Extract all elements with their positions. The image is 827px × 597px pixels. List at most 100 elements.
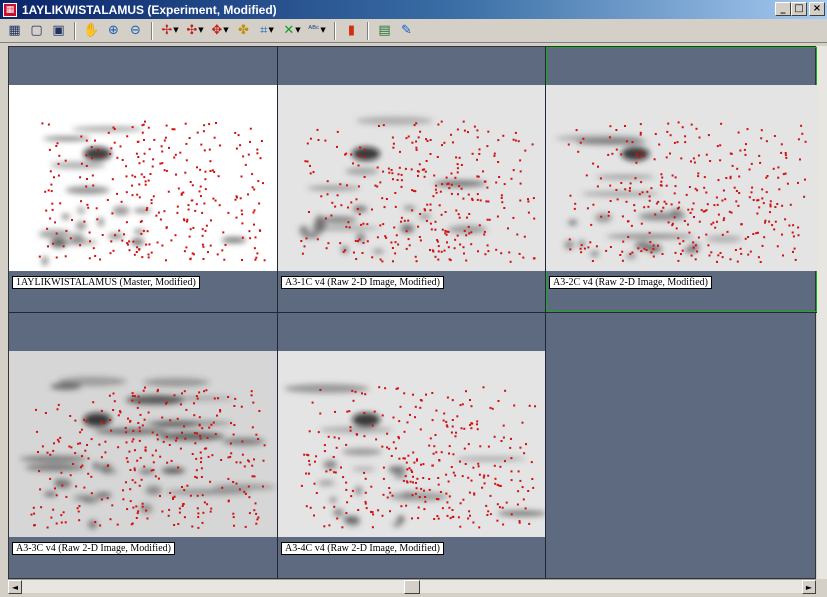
dark-streaked-gel[interactable] (9, 351, 277, 537)
spot-marker (201, 211, 204, 214)
spot-marker (400, 505, 403, 508)
spot-marker (184, 171, 187, 174)
spot-marker (415, 148, 418, 151)
spot-marker (404, 167, 407, 170)
spot-marker (446, 514, 449, 517)
spot-marker (371, 256, 374, 259)
single-view-icon: ▢ (30, 23, 43, 38)
grid-layout-button[interactable]: ▦ (4, 21, 25, 41)
spot-marker (254, 258, 257, 261)
spot-detect-button[interactable]: ✢ ▼ (158, 21, 182, 41)
scroll-left-arrow[interactable]: ◄ (8, 580, 22, 594)
spot-marker (159, 455, 162, 458)
spot-marker (201, 243, 204, 246)
gel-panel[interactable]: 1AYLIKWISTALAMUS (Master, Modified) (9, 47, 277, 312)
spot-marker (423, 489, 425, 492)
spot-marker (611, 152, 614, 155)
hand-pan-button[interactable]: ✋ (81, 21, 102, 41)
spot-marker (125, 191, 128, 194)
scroll-thumb[interactable] (404, 580, 420, 594)
spot-marker (434, 255, 437, 258)
spot-marker (415, 487, 418, 490)
spot-marker (454, 474, 457, 477)
report-button[interactable]: ▤ (374, 21, 395, 41)
spot-marker (221, 486, 224, 489)
title-bar[interactable]: ▦ 1AYLIKWISTALAMUS (Experiment, Modified… (0, 0, 827, 19)
spot-marker (737, 131, 740, 134)
spot-marker (439, 491, 442, 493)
spot-marker (126, 508, 129, 511)
spot-marker (345, 152, 348, 155)
spot-marker (531, 478, 534, 480)
spot-marker (374, 184, 377, 187)
spot-marker (359, 146, 362, 149)
fit-view-button[interactable]: ▣ (48, 21, 69, 41)
gray-background-gel[interactable] (278, 351, 545, 537)
zoom-out-button[interactable]: ⊖ (125, 21, 146, 41)
spot-marker (346, 501, 349, 504)
spot-marker (316, 238, 319, 241)
crosshair-spots-button[interactable]: ✕ ▼ (280, 21, 304, 41)
spot-marker (169, 492, 172, 494)
spot-marker (394, 252, 397, 255)
spot-marker (648, 195, 651, 198)
restore-button[interactable]: □ (791, 2, 807, 16)
spot-marker (247, 459, 249, 462)
match-link-button[interactable]: ✤ (233, 21, 254, 41)
spot-marker (348, 410, 351, 413)
spot-marker (760, 129, 763, 132)
spot-marker (497, 139, 500, 142)
spot-marker (522, 498, 525, 501)
spot-marker (303, 453, 306, 456)
spot-marker (230, 422, 232, 425)
spot-marker (152, 469, 155, 471)
spot-marker (674, 185, 677, 188)
spot-marker (241, 222, 244, 225)
close-button[interactable]: × (809, 2, 825, 16)
minimize-button[interactable]: _ (775, 2, 791, 16)
gel-panel[interactable]: A3-2C v4 (Raw 2-D Image, Modified) (546, 47, 817, 312)
white-background-gel[interactable] (9, 85, 277, 271)
spot-marker (765, 191, 768, 194)
resize-grip[interactable] (816, 579, 827, 593)
gel-panel[interactable]: A3-1C v4 (Raw 2-D Image, Modified) (278, 47, 545, 312)
spot-marker (325, 470, 328, 473)
spot-marker (463, 252, 465, 255)
single-view-button[interactable]: ▢ (26, 21, 47, 41)
gel-app-icon[interactable]: ▦ (3, 2, 17, 17)
gray-background-gel[interactable] (546, 85, 817, 271)
spot-marker (470, 427, 473, 430)
zoom-in-button[interactable]: ⊕ (103, 21, 124, 41)
spot-marker (731, 164, 734, 167)
color-bars-button[interactable]: ▮ (341, 21, 362, 41)
spot-marker (652, 244, 655, 247)
gel-panel[interactable]: A3-4C v4 (Raw 2-D Image, Modified) (278, 313, 545, 580)
spot-label-button[interactable]: ᴬᴮᶜ ▼ (305, 21, 329, 41)
spot-edit-button[interactable]: ✣ ▼ (183, 21, 207, 41)
horizontal-scrollbar[interactable]: ◄ ► (8, 579, 816, 594)
scroll-right-arrow[interactable]: ► (802, 580, 816, 594)
spot-marker (437, 517, 440, 520)
gel-panel[interactable]: A3-3C v4 (Raw 2-D Image, Modified) (9, 313, 277, 580)
spot-marker (705, 191, 708, 194)
spot-marker (473, 493, 476, 496)
spot-marker (159, 495, 161, 497)
spot-marker (189, 181, 192, 183)
spot-marker (177, 466, 180, 469)
spot-marker (233, 424, 236, 426)
spot-match-button[interactable]: ✥ ▼ (208, 21, 232, 41)
spot-marker (155, 449, 157, 452)
spot-marker (371, 526, 374, 529)
spot-marker (116, 192, 118, 195)
spot-marker (482, 170, 484, 173)
color-bars-icon: ▮ (347, 23, 356, 38)
spot-marker (138, 430, 141, 433)
spot-marker (308, 459, 311, 462)
grid-spots-button[interactable]: ⌗ ▼ (255, 21, 279, 41)
spot-marker (391, 494, 394, 497)
spot-marker (132, 240, 135, 243)
edit-properties-button[interactable]: ✎ (396, 21, 417, 41)
gray-background-gel[interactable] (278, 85, 545, 271)
vertical-scrollbar[interactable] (817, 46, 827, 579)
spot-marker (186, 484, 189, 487)
